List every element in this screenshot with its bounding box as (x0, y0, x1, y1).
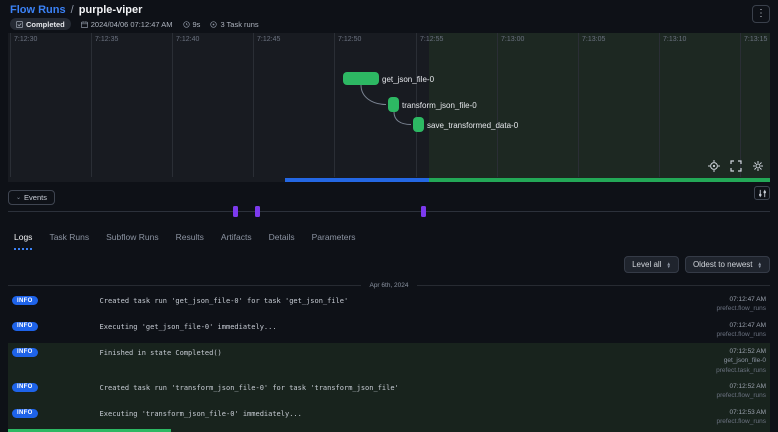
events-filter-button[interactable] (754, 186, 770, 200)
log-row: INFO Executing 'transform_json_file-0' i… (8, 404, 770, 430)
log-level-badge: INFO (12, 348, 38, 357)
flow-run-page: Flow Runs / purple-viper Completed 2024/… (0, 0, 778, 432)
log-message: Created task run 'get_json_file-0' for t… (100, 297, 654, 305)
log-level-badge: INFO (12, 296, 38, 305)
task-runs-icon (210, 21, 217, 28)
log-row: INFO Created task run 'get_json_file-0' … (8, 291, 770, 317)
chevron-down-icon: ⌄ (16, 194, 21, 201)
log-logger: prefect.flow_runs (654, 391, 766, 400)
events-toggle-button[interactable]: ⌄ Events (8, 190, 55, 205)
tab-results[interactable]: Results (176, 232, 204, 250)
log-level-badge: INFO (12, 322, 38, 331)
header: Flow Runs / purple-viper Completed 2024/… (0, 0, 778, 33)
tick-label: 7:12:50 (338, 36, 361, 43)
tick-label: 7:12:35 (95, 36, 118, 43)
log-time: 07:12:47 AM (654, 321, 766, 330)
task-label[interactable]: save_transformed_data-0 (427, 121, 518, 130)
updown-chevron-icon: ▲▼ (666, 262, 670, 268)
log-time: 07:12:47 AM (654, 295, 766, 304)
tab-bar: Logs Task Runs Subflow Runs Results Arti… (8, 232, 770, 250)
event-marker[interactable] (255, 206, 260, 217)
events-row: ⌄ Events (8, 186, 770, 203)
run-meta-row: Completed 2024/04/06 07:12:47 AM 9s 3 Ta… (10, 18, 768, 30)
fullscreen-icon[interactable] (730, 160, 742, 172)
tab-subflow-runs[interactable]: Subflow Runs (106, 232, 158, 250)
log-message: Finished in state Completed() (100, 349, 654, 357)
tick-label: 7:13:00 (501, 36, 524, 43)
log-list[interactable]: Apr 6th, 2024 INFO Created task run 'get… (8, 279, 770, 432)
settings-gear-icon[interactable] (752, 160, 764, 172)
updown-chevron-icon: ▲▼ (758, 262, 762, 268)
log-row: INFO Executing 'get_json_file-0' immedia… (8, 317, 770, 343)
calendar-icon (81, 21, 88, 28)
task-node-get-json-file[interactable] (343, 72, 379, 85)
sliders-icon (758, 189, 767, 198)
tab-parameters[interactable]: Parameters (312, 232, 356, 250)
tick-label: 7:12:45 (257, 36, 280, 43)
task-label[interactable]: get_json_file-0 (382, 75, 434, 84)
log-logger: prefect.flow_runs (654, 417, 766, 426)
breadcrumb: Flow Runs / purple-viper (10, 4, 768, 16)
log-date-separator: Apr 6th, 2024 (8, 279, 770, 291)
tab-artifacts[interactable]: Artifacts (221, 232, 252, 250)
flow-span-bar-completed (429, 178, 770, 182)
recenter-icon[interactable] (708, 160, 720, 172)
duration: 9s (183, 20, 201, 29)
level-filter-select[interactable]: Level all ▲▼ (624, 256, 679, 273)
state-label: Completed (26, 20, 65, 29)
events-mini-timeline[interactable] (8, 205, 770, 219)
events-label: Events (24, 193, 47, 202)
tab-logs[interactable]: Logs (14, 232, 32, 250)
sort-order-select[interactable]: Oldest to newest ▲▼ (685, 256, 770, 273)
tab-task-runs[interactable]: Task Runs (49, 232, 89, 250)
breadcrumb-flow-runs-link[interactable]: Flow Runs (10, 4, 66, 16)
log-row: INFO Finished in state Completed() 07:12… (8, 343, 770, 378)
start-time: 2024/04/06 07:12:47 AM (81, 20, 173, 29)
flow-run-name: purple-viper (79, 4, 143, 16)
breadcrumb-separator: / (69, 4, 76, 16)
task-label[interactable]: transform_json_file-0 (402, 101, 477, 110)
tick-label: 7:13:05 (582, 36, 605, 43)
task-node-save-transformed-data[interactable] (413, 117, 424, 132)
log-filters: Level all ▲▼ Oldest to newest ▲▼ (8, 256, 770, 273)
event-marker[interactable] (421, 206, 426, 217)
mini-timeline-track (8, 211, 770, 212)
log-message: Executing 'transform_json_file-0' immedi… (100, 410, 654, 418)
log-time: 07:12:52 AM (654, 347, 766, 356)
tick-label: 7:12:30 (14, 36, 37, 43)
log-logger: prefect.task_runs (654, 366, 766, 375)
tick-label: 7:13:15 (744, 36, 767, 43)
task-timeline[interactable]: 7:12:30 7:12:35 7:12:40 7:12:45 7:12:50 … (8, 33, 770, 182)
log-time: 07:12:52 AM (654, 382, 766, 391)
tab-details[interactable]: Details (269, 232, 295, 250)
log-row: INFO Created task run 'transform_json_fi… (8, 378, 770, 404)
log-level-badge: INFO (12, 409, 38, 418)
completed-check-icon (16, 21, 23, 28)
log-logger: prefect.flow_runs (654, 330, 766, 339)
state-badge: Completed (10, 18, 71, 30)
log-level-badge: INFO (12, 383, 38, 392)
log-message: Created task run 'transform_json_file-0'… (100, 384, 654, 392)
tick-label: 7:12:40 (176, 36, 199, 43)
tick-label: 7:12:55 (420, 36, 443, 43)
tick-label: 7:13:10 (663, 36, 686, 43)
log-time: 07:12:53 AM (654, 408, 766, 417)
log-logger: prefect.flow_runs (654, 304, 766, 313)
log-message: Executing 'get_json_file-0' immediately.… (100, 323, 654, 331)
log-task-name: get_json_file-0 (654, 356, 766, 365)
clock-icon (183, 21, 190, 28)
event-marker[interactable] (233, 206, 238, 217)
task-node-transform-json-file[interactable] (388, 97, 399, 112)
flow-span-bar-running (285, 178, 429, 182)
timeline-toolbar (708, 160, 764, 172)
run-menu-button[interactable]: ⋮ (752, 5, 770, 23)
task-run-count: 3 Task runs (210, 20, 258, 29)
